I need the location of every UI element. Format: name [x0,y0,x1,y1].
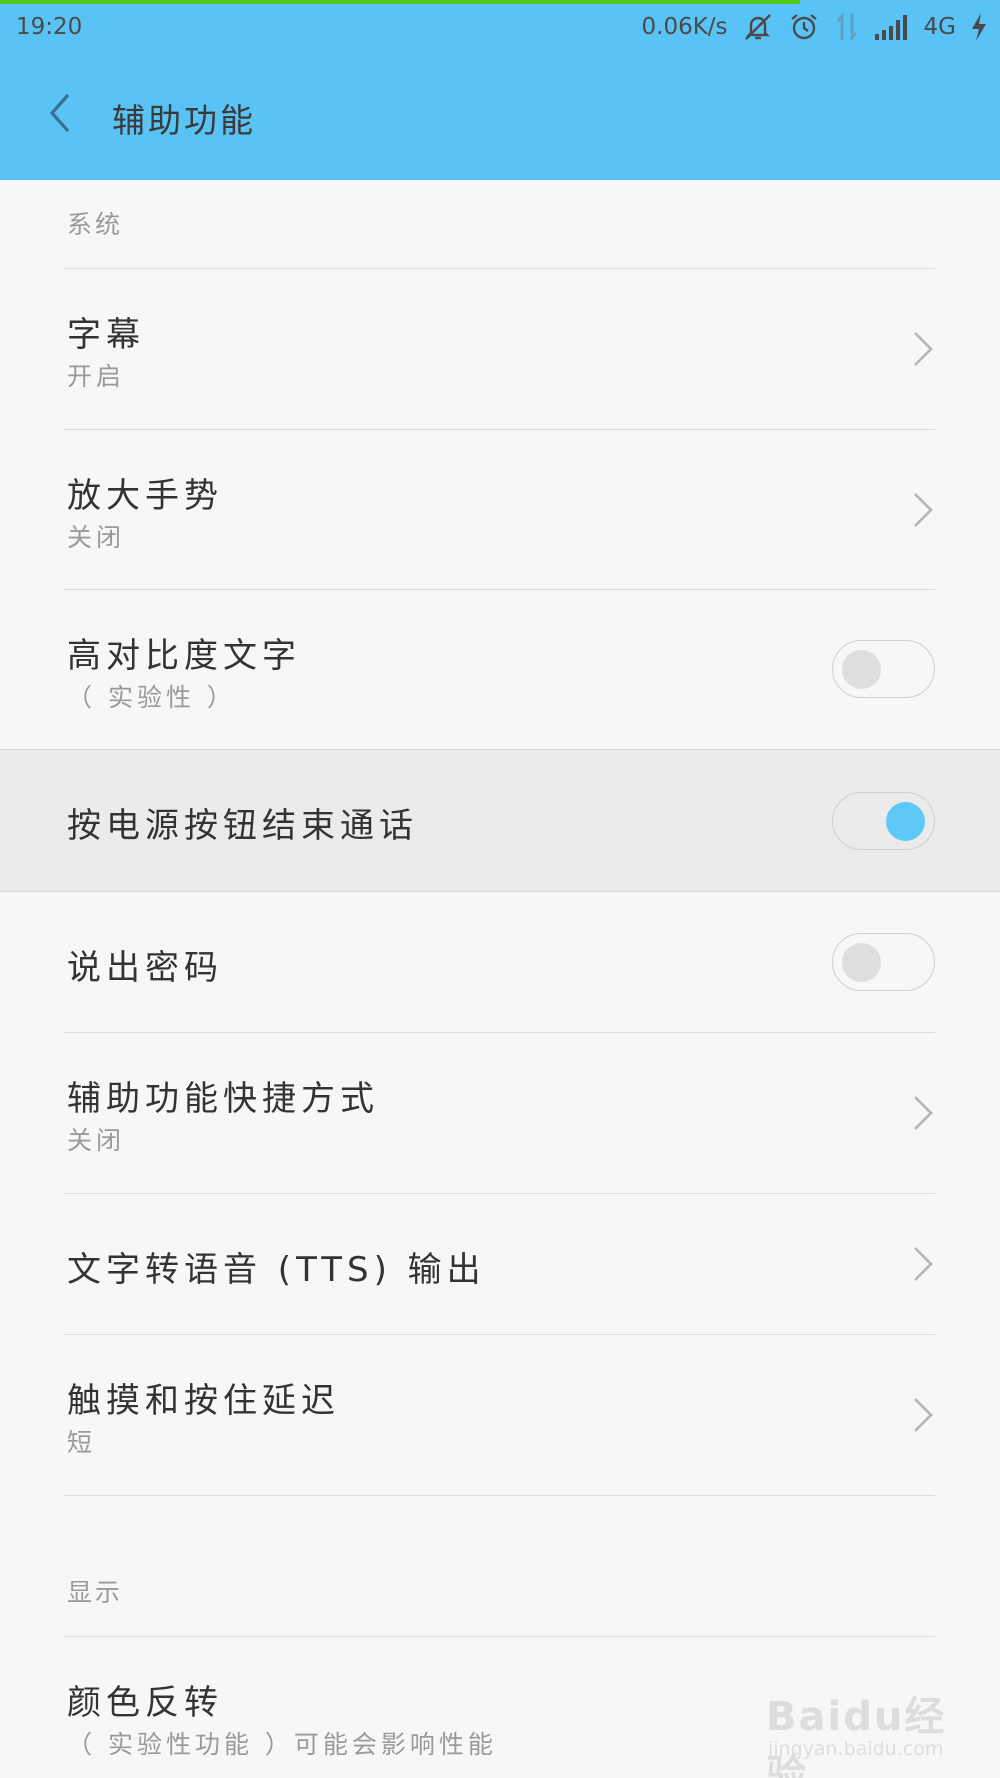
chevron-right-icon [914,1247,933,1281]
row-subtitle: 开启 [67,362,126,391]
setting-row-accessibility-shortcut[interactable]: 辅助功能快捷方式 关闭 [0,1033,1000,1193]
row-title: 触摸和按住延迟 [67,1381,340,1421]
chevron-right-icon [914,1096,933,1130]
row-subtitle: 短 [67,1428,97,1457]
status-bar: 19:20 0.06K/s 4G [0,0,1000,52]
setting-row-tts-output[interactable]: 文字转语音 (TTS) 输出 [0,1194,1000,1334]
row-title: 辅助功能快捷方式 [67,1079,379,1119]
row-subtitle: 关闭 [67,523,126,552]
signal-icon [874,14,910,40]
baidu-watermark: Baidu经验 jingyan.baidu.com [766,1666,966,1778]
alarm-icon [788,11,820,43]
app-bar: 辅助功能 [0,52,1000,180]
mute-icon [742,11,774,43]
setting-row-power-ends-call[interactable]: 按电源按钮结束通话 [0,750,1000,891]
divider [64,1495,935,1496]
chevron-right-icon [914,493,933,527]
page-title: 辅助功能 [112,101,256,140]
status-time: 19:20 [16,14,83,40]
row-title: 说出密码 [67,948,223,988]
page-load-progress [0,0,800,4]
charging-icon [970,12,988,42]
chevron-right-icon [914,332,933,366]
toggle-knob [842,943,881,982]
row-subtitle: （ 实验性 ） [67,683,236,712]
setting-row-speak-passwords[interactable]: 说出密码 [0,892,1000,1032]
toggle-knob [842,650,881,689]
row-title: 放大手势 [67,476,223,516]
chevron-right-icon [914,1398,933,1432]
speak-passwords-toggle[interactable] [832,933,935,991]
net-speed: 0.06K/s [641,14,728,40]
row-title: 文字转语音 (TTS) 输出 [67,1250,486,1290]
row-title: 颜色反转 [67,1683,223,1723]
back-button[interactable] [36,88,86,138]
network-type: 4G [923,14,956,40]
toggle-knob [886,802,925,841]
section-header-system: 系统 [67,210,124,239]
setting-row-magnification[interactable]: 放大手势 关闭 [0,430,1000,589]
power-ends-call-toggle[interactable] [832,792,935,850]
row-title: 字幕 [67,315,145,355]
high-contrast-toggle[interactable] [832,640,935,698]
watermark-text: Baidu经验 [766,1694,947,1778]
watermark-url: jingyan.baidu.com [768,1738,944,1760]
setting-row-high-contrast[interactable]: 高对比度文字 （ 实验性 ） [0,590,1000,749]
row-subtitle: （ 实验性功能 ）可能会影响性能 [67,1730,497,1759]
data-arrows-icon [834,12,860,42]
chevron-left-icon [49,93,70,133]
row-title: 高对比度文字 [67,636,301,676]
row-title: 按电源按钮结束通话 [67,806,418,846]
setting-row-touch-hold-delay[interactable]: 触摸和按住延迟 短 [0,1335,1000,1495]
section-header-display: 显示 [67,1578,124,1607]
status-icons: 0.06K/s 4G [642,10,989,44]
setting-row-captions[interactable]: 字幕 开启 [0,269,1000,429]
row-subtitle: 关闭 [67,1126,126,1155]
